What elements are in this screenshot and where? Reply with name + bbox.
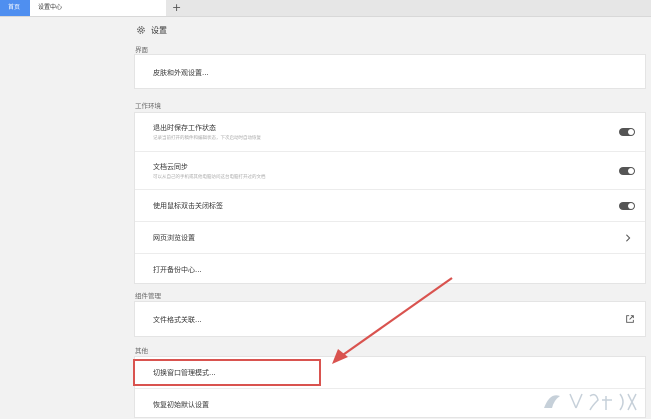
double-click-close-tab-toggle[interactable]	[619, 202, 635, 210]
row-label: 文档云同步	[153, 163, 188, 171]
row-file-format-association[interactable]: 文件格式关联...	[135, 302, 645, 338]
row-description: 可以从自己的手机或其他电脑访问这台电脑打开过的文档	[153, 175, 266, 180]
save-work-state-toggle[interactable]	[619, 128, 635, 136]
row-label: 退出时保存工作状态	[153, 124, 216, 132]
row-label: 打开备份中心...	[153, 266, 202, 274]
external-link-icon	[626, 315, 634, 323]
row-label: 网页浏览设置	[153, 234, 195, 242]
row-double-click-close-tab[interactable]: 使用鼠标双击关闭标签	[135, 189, 645, 221]
chevron-right-icon	[626, 234, 631, 242]
section-label-workspace: 工作环境	[135, 102, 161, 110]
group-workspace: 退出时保存工作状态 记录当前打开的稿件和编辑状态，下次启动时自动恢复 文档云同步…	[134, 112, 646, 284]
row-skin-appearance[interactable]: 皮肤和外观设置...	[135, 55, 645, 90]
group-components: 文件格式关联...	[134, 301, 646, 337]
page-header: 设置	[136, 22, 167, 38]
section-label-other: 其他	[135, 347, 148, 355]
row-save-work-state[interactable]: 退出时保存工作状态 记录当前打开的稿件和编辑状态，下次启动时自动恢复	[135, 113, 645, 151]
row-doc-cloud-sync[interactable]: 文档云同步 可以从自己的手机或其他电脑访问这台电脑打开过的文档	[135, 151, 645, 189]
row-description: 记录当前打开的稿件和编辑状态，下次启动时自动恢复	[153, 136, 261, 141]
gear-icon	[137, 26, 145, 34]
watermark-logo	[544, 393, 637, 411]
row-label: 恢复初始默认设置	[153, 401, 209, 409]
section-label-components: 组件管理	[135, 292, 161, 300]
tab-bar: 首页 设置中心 +	[0, 0, 651, 17]
row-label: 皮肤和外观设置...	[153, 69, 209, 77]
section-label-interface: 界面	[135, 46, 148, 54]
tab-home[interactable]: 首页	[0, 0, 30, 16]
page-title: 设置	[151, 25, 167, 35]
tab-settings-center[interactable]: 设置中心	[30, 0, 166, 16]
new-tab-button[interactable]: +	[172, 0, 181, 16]
row-open-backup-center[interactable]: 打开备份中心...	[135, 253, 645, 285]
group-interface: 皮肤和外观设置...	[134, 54, 646, 89]
doc-cloud-sync-toggle[interactable]	[619, 167, 635, 175]
row-label: 切换窗口管理模式...	[153, 369, 216, 377]
row-label: 使用鼠标双击关闭标签	[153, 202, 223, 210]
row-label: 文件格式关联...	[153, 316, 202, 324]
row-web-browse-settings[interactable]: 网页浏览设置	[135, 221, 645, 253]
row-switch-window-mode[interactable]: 切换窗口管理模式...	[135, 357, 645, 388]
